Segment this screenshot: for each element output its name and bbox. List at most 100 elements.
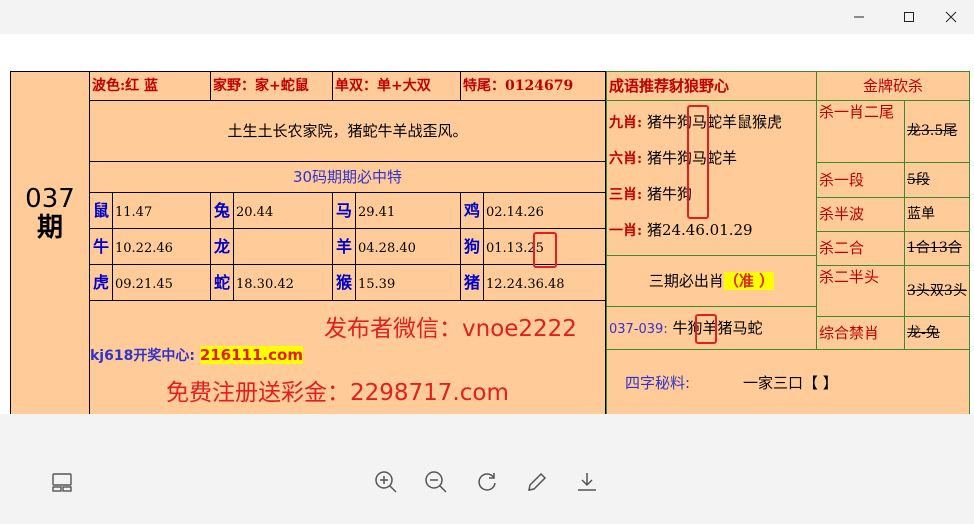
kill-value: 蓝单 xyxy=(907,206,935,222)
zodiac-name: 蛇 xyxy=(211,265,234,300)
kill-label-cell: 杀半波 xyxy=(816,197,905,232)
viewer-toolbar xyxy=(0,414,974,524)
bose-text: 波色:红 蓝 xyxy=(92,78,159,94)
three-label: 三肖: xyxy=(609,187,643,203)
zodiac-name: 鸡 xyxy=(461,193,484,228)
one-value: 猪24.46.01.29 xyxy=(646,221,753,239)
zodiac-numbers: 10.22.46 xyxy=(115,241,173,256)
kj-site[interactable]: 216111.com xyxy=(199,346,303,364)
zodiac-name: 虎 xyxy=(90,265,113,300)
zodiac-numbers: 04.28.40 xyxy=(358,241,416,256)
kj-line: kj618开奖中心: 216111.com xyxy=(90,345,303,365)
zoom-in-button[interactable] xyxy=(370,466,402,498)
kill-value: 3头双3头 xyxy=(907,283,967,299)
content-top-margin xyxy=(0,34,974,62)
range-highlight-box xyxy=(695,314,717,344)
close-button[interactable] xyxy=(928,0,974,34)
zodiac-cell: 牛 10.22.46 xyxy=(89,228,211,265)
shortlist-cell: 九肖: 猪牛狗马蛇羊鼠猴虎 六肖: 猪牛狗马蛇羊 三肖: 猪牛狗 一肖: 猪24… xyxy=(606,100,817,256)
three-row: 三肖: 猪牛狗 xyxy=(609,183,692,204)
zodiac-cell: 鸡 02.14.26 xyxy=(460,192,606,229)
wechat-text: 发布者微信：vnoe2222 xyxy=(324,316,577,342)
four-char-label: 四字秘料: xyxy=(625,374,691,392)
kill-label-cell: 综合禁肖 xyxy=(816,316,905,350)
zodiac-cell: 马 29.41 xyxy=(332,192,461,229)
kill-value-cell: 3头双3头 xyxy=(904,265,970,317)
issue-suffix: 期 xyxy=(36,212,63,243)
kj-label: kj618开奖中心: xyxy=(90,348,195,364)
zodiac-name: 兔 xyxy=(211,193,234,228)
zoom-out-button[interactable] xyxy=(420,466,452,498)
gallery-icon xyxy=(52,473,72,492)
recommend-header: 成语推荐豺狼野心 xyxy=(606,71,817,101)
zodiac-name: 龙 xyxy=(211,229,234,264)
jiaye-text: 家野：家+蛇鼠 xyxy=(213,78,309,94)
kill-value-cell: 蓝单 xyxy=(904,197,970,232)
nine-value: 猪牛狗马蛇羊鼠猴虎 xyxy=(646,113,782,131)
minimize-icon xyxy=(854,16,864,18)
recommend-header-text: 成语推荐豺狼野心 xyxy=(609,77,730,95)
kill-value-cell: 龙-兔 xyxy=(904,316,970,350)
image-viewer[interactable]: 037 期 波色:红 蓝 家野：家+蛇鼠 单双：单+大双 特尾：0124679 … xyxy=(0,62,974,414)
zodiac-name: 马 xyxy=(333,193,356,228)
minimize-button[interactable] xyxy=(836,0,882,34)
bose-cell: 波色:红 蓝 xyxy=(89,71,211,101)
zodiac-numbers: 20.44 xyxy=(236,205,274,220)
zodiac-numbers: 09.21.45 xyxy=(115,277,173,292)
download-button[interactable] xyxy=(571,466,603,498)
four-char-value: 一家三口【 】 xyxy=(743,374,838,392)
tewei-text: 特尾：0124679 xyxy=(463,78,574,94)
zodiac-cell: 羊 04.28.40 xyxy=(332,228,461,265)
maximize-icon xyxy=(904,12,914,22)
kill-value-cell: 1合13合 xyxy=(904,231,970,266)
slogan-cell: 30码期期必中特 xyxy=(89,161,606,193)
gallery-button[interactable] xyxy=(46,466,78,498)
zodiac-name: 猴 xyxy=(333,265,356,300)
nine-label: 九肖: xyxy=(609,115,643,131)
edit-icon xyxy=(528,472,547,491)
lottery-sheet: 037 期 波色:红 蓝 家野：家+蛇鼠 单双：单+大双 特尾：0124679 … xyxy=(10,71,970,414)
edit-button[interactable] xyxy=(521,466,553,498)
zodiac-cell: 虎 09.21.45 xyxy=(89,264,211,301)
gold-header: 金牌砍杀 xyxy=(816,71,970,101)
zodiac-numbers: 12.24.36.48 xyxy=(486,277,565,292)
kill-label-cell: 杀一肖二尾 xyxy=(816,100,905,163)
zodiac-numbers: 18.30.42 xyxy=(236,277,294,292)
dog-highlight-box xyxy=(687,105,709,219)
three-period-tag: （准 ） xyxy=(723,272,775,290)
zodiac-name: 羊 xyxy=(333,229,356,264)
zoom-in-icon xyxy=(375,471,397,493)
kill-label-cell: 杀一段 xyxy=(816,162,905,198)
kill-value-cell: 5段 xyxy=(904,162,970,198)
kill-value: 5段 xyxy=(907,172,930,188)
poem-text: 土生土长农家院，猪蛇牛羊战歪风。 xyxy=(227,122,468,140)
download-icon xyxy=(578,473,596,491)
zodiac-cell: 兔 20.44 xyxy=(210,192,333,229)
slogan-text: 30码期期必中特 xyxy=(292,168,403,186)
zodiac-cell: 蛇 18.30.42 xyxy=(210,264,333,301)
kill-value: 龙-兔 xyxy=(907,325,940,341)
tewei-cell: 特尾：0124679 xyxy=(460,71,606,101)
maximize-button[interactable] xyxy=(886,0,932,34)
one-row: 一肖: 猪24.46.01.29 xyxy=(609,219,753,240)
zodiac-numbers: 11.47 xyxy=(115,205,153,220)
rotate-icon xyxy=(478,473,496,491)
range-cell: 037-039: 牛狗羊猪马蛇 xyxy=(606,306,817,350)
jiaye-cell: 家野：家+蛇鼠 xyxy=(210,71,333,101)
kill-label: 杀一段 xyxy=(819,171,865,189)
gold-header-text: 金牌砍杀 xyxy=(862,77,923,95)
rotate-button[interactable] xyxy=(471,466,503,498)
title-bar xyxy=(0,0,974,34)
poem-cell: 土生土长农家院，猪蛇牛羊战歪风。 xyxy=(89,100,606,162)
zodiac-cell: 猪 12.24.36.48 xyxy=(460,264,606,301)
zodiac-cell: 龙 xyxy=(210,228,333,265)
zoom-out-icon xyxy=(425,471,447,493)
danshuang-cell: 单双：单+大双 xyxy=(332,71,461,101)
one-label: 一肖: xyxy=(609,223,643,239)
kill-value: 1合13合 xyxy=(907,240,962,256)
close-icon xyxy=(945,11,957,23)
zodiac-cell: 鼠 11.47 xyxy=(89,192,211,229)
six-label: 六肖: xyxy=(609,151,643,167)
three-period-text: 三期必出肖 xyxy=(648,272,724,290)
kill-value: 龙3.5尾 xyxy=(907,123,958,139)
